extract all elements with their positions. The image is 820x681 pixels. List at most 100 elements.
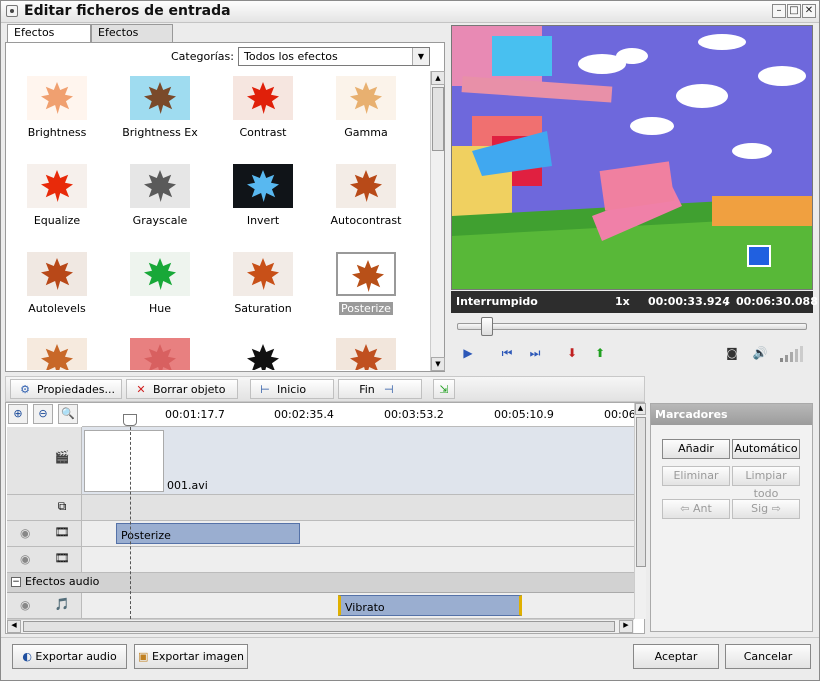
volume-level-icon[interactable]	[780, 344, 808, 362]
volume-bars	[780, 346, 803, 362]
effect-item-brightness[interactable]: Brightness	[7, 76, 107, 139]
play-icon[interactable]: ▶	[460, 345, 476, 361]
video-clip-name[interactable]: 001.avi	[167, 479, 208, 492]
scroll-thumb[interactable]	[23, 621, 615, 632]
volume-icon[interactable]: 🔊	[752, 345, 768, 361]
seek-slider-knob[interactable]	[481, 317, 493, 336]
end-button[interactable]: Fin ⊣	[338, 379, 422, 399]
time-separator: /	[725, 295, 730, 308]
arrow-right-icon: ⇨	[768, 502, 781, 515]
scroll-left-icon[interactable]: ◀	[7, 620, 21, 633]
collapse-icon[interactable]: −	[11, 577, 21, 587]
effects-scrollbar[interactable]: ▲ ▼	[430, 71, 445, 371]
zoom-out-icon[interactable]: ⊖	[33, 404, 53, 424]
seek-slider[interactable]	[457, 323, 807, 330]
next-frame-icon[interactable]: ⏭	[527, 345, 543, 361]
ruler-tick-label: 00:02:35.4	[274, 408, 334, 421]
current-time: 00:00:33.924	[648, 295, 730, 308]
effect-item-brightness-ex[interactable]: Brightness Ex	[110, 76, 210, 139]
tab-audio-effects[interactable]: Efectos audio	[91, 24, 173, 55]
tab-video-effects[interactable]: Efectos vídeo	[7, 24, 91, 55]
effect-thumbnail	[336, 164, 396, 208]
scroll-down-icon[interactable]: ▼	[431, 357, 445, 371]
maximize-button[interactable]: □	[787, 4, 801, 18]
effect-item-invert[interactable]: Invert	[213, 164, 313, 227]
effect-item-hue[interactable]: Hue	[110, 252, 210, 315]
cancel-button[interactable]: Cancelar	[725, 644, 811, 669]
audio-clip-vibrato[interactable]: Vibrato	[338, 595, 522, 616]
add-marker-button[interactable]: Añadir	[662, 439, 730, 459]
auto-markers-button[interactable]: Automático	[732, 439, 800, 459]
timeline-vertical-scrollbar[interactable]: ▲	[634, 403, 646, 619]
export-image-button[interactable]: ▣ Exportar imagen	[134, 644, 248, 669]
maple-leaf-icon	[41, 344, 73, 370]
effect-clip-posterize[interactable]: Posterize	[116, 523, 300, 544]
effect-thumbnail	[336, 76, 396, 120]
scroll-right-icon[interactable]: ▶	[619, 620, 633, 633]
minimize-button[interactable]: –	[772, 4, 786, 18]
audio-effects-section[interactable]: − Efectos audio	[7, 573, 634, 593]
effect-label: Brightness	[27, 126, 87, 139]
start-button[interactable]: ⊢ Inicio	[250, 379, 334, 399]
effect-thumbnail	[233, 252, 293, 296]
scroll-thumb[interactable]	[636, 417, 646, 567]
effect-label: Posterize	[339, 302, 393, 315]
video-effect-icon: 🎞	[54, 551, 70, 565]
effect-item[interactable]	[316, 338, 416, 370]
window-title: Editar ficheros de entrada	[24, 3, 231, 19]
effect-item[interactable]	[7, 338, 107, 370]
set-end-marker-icon[interactable]: ⬆	[592, 345, 608, 361]
zoom-fit-icon[interactable]: 🔍	[58, 404, 78, 424]
playback-speed: 1x	[615, 295, 630, 308]
category-select[interactable]: Todos los efectos ▼	[238, 47, 430, 66]
snapshot-icon[interactable]: ◙	[724, 345, 740, 361]
transition-track	[82, 495, 634, 521]
effect-thumbnail	[27, 164, 87, 208]
effect-thumbnail	[336, 338, 396, 370]
effect-thumbnail	[233, 338, 293, 370]
properties-button[interactable]: ⚙ Propiedades...	[10, 379, 122, 399]
close-button[interactable]: ✕	[802, 4, 816, 18]
timeline-horizontal-scrollbar[interactable]: ◀ ▶	[7, 619, 634, 633]
player-controls	[451, 313, 813, 373]
export-audio-label: Exportar audio	[35, 650, 117, 663]
remove-marker-button[interactable]: Eliminar	[662, 466, 730, 486]
eye-icon[interactable]: ◉	[20, 526, 30, 540]
effect-item-gamma[interactable]: Gamma	[316, 76, 416, 139]
effect-item-contrast[interactable]: Contrast	[213, 76, 313, 139]
effect-item-equalize[interactable]: Equalize	[7, 164, 107, 227]
effect-item-posterize[interactable]: Posterize	[316, 252, 416, 315]
ruler-tick-label: 00:03:53.2	[384, 408, 444, 421]
effect-item[interactable]	[110, 338, 210, 370]
previous-frame-icon[interactable]: ⏮	[499, 345, 515, 361]
effect-item-autolevels[interactable]: Autolevels	[7, 252, 107, 315]
delete-object-button[interactable]: ✕ Borrar objeto	[126, 379, 238, 399]
window-menu-icon[interactable]	[6, 5, 18, 17]
accept-button[interactable]: Aceptar	[633, 644, 719, 669]
set-start-marker-icon[interactable]: ⬇	[564, 345, 580, 361]
previous-marker-button[interactable]: ⇦ Ant	[662, 499, 730, 519]
video-clip-thumbnail[interactable]	[84, 430, 164, 492]
chevron-down-icon[interactable]: ▼	[412, 48, 429, 65]
clear-markers-button[interactable]: Limpiar todo	[732, 466, 800, 500]
effect-label: Brightness Ex	[122, 126, 198, 139]
scroll-up-icon[interactable]: ▲	[431, 71, 445, 85]
transition-icon: ⧉	[57, 499, 67, 513]
eye-icon[interactable]: ◉	[20, 552, 30, 566]
effect-thumbnail	[27, 76, 87, 120]
export-audio-icon: ◐	[22, 650, 36, 663]
effect-item-autocontrast[interactable]: Autocontrast	[316, 164, 416, 227]
end-label: Fin	[359, 383, 375, 396]
effect-item-grayscale[interactable]: Grayscale	[110, 164, 210, 227]
playhead-handle[interactable]	[123, 414, 137, 426]
export-clip-icon[interactable]: ⇲	[433, 379, 455, 399]
export-audio-button[interactable]: ◐ Exportar audio	[12, 644, 127, 669]
effect-item-saturation[interactable]: Saturation	[213, 252, 313, 315]
next-marker-button[interactable]: Sig ⇨	[732, 499, 800, 519]
effect-item[interactable]	[213, 338, 313, 370]
scroll-thumb[interactable]	[432, 87, 444, 151]
scroll-up-icon[interactable]: ▲	[635, 403, 646, 415]
zoom-in-icon[interactable]: ⊕	[8, 404, 28, 424]
video-track	[82, 427, 634, 495]
eye-icon[interactable]: ◉	[20, 598, 30, 612]
